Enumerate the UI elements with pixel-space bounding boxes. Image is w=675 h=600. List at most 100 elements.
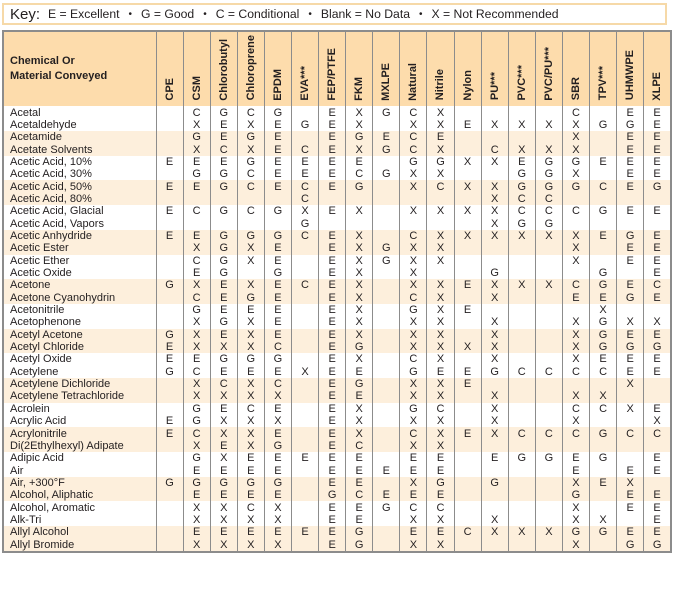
rating-cell bbox=[507, 415, 536, 428]
rating-cell bbox=[155, 118, 184, 132]
rating-cell bbox=[236, 192, 265, 206]
rating-cell bbox=[507, 303, 536, 317]
rating-cell: G bbox=[561, 526, 591, 539]
rating-cell bbox=[155, 291, 184, 304]
rating-cell bbox=[290, 513, 320, 527]
rating-cell: C bbox=[290, 229, 320, 243]
rating-cell: X bbox=[480, 427, 509, 440]
rating-cell: X bbox=[236, 377, 265, 391]
rating-cell: X bbox=[561, 328, 591, 341]
rating-cell: E bbox=[345, 501, 374, 514]
rating-cell: X bbox=[182, 439, 211, 453]
rating-cell bbox=[453, 328, 482, 341]
rating-cell: X bbox=[426, 106, 455, 119]
rating-cell: C bbox=[263, 340, 292, 354]
rating-cell: X bbox=[561, 340, 591, 354]
rating-cell: E bbox=[318, 526, 347, 539]
rating-cell: C bbox=[182, 254, 211, 267]
rating-cell: E bbox=[616, 365, 645, 378]
rating-cell: G bbox=[643, 180, 672, 193]
rating-cell: X bbox=[209, 452, 238, 465]
table-row: Acetyl Chloride E X X X C E G X X X X X G G G bbox=[3, 340, 672, 354]
rating-cell: G bbox=[399, 365, 428, 378]
rating-cell: C bbox=[182, 205, 211, 218]
rating-cell: E bbox=[643, 452, 672, 465]
rating-cell: X bbox=[399, 266, 428, 280]
rating-cell: E bbox=[588, 155, 618, 169]
material-label: FKM bbox=[353, 76, 366, 101]
rating-cell bbox=[290, 390, 320, 403]
material-column-header: FEP/PTFE bbox=[318, 31, 347, 107]
rating-cell: G bbox=[534, 452, 563, 465]
rating-cell: X bbox=[182, 118, 211, 132]
rating-cell: C bbox=[182, 365, 211, 378]
rating-cell: X bbox=[399, 538, 428, 552]
rating-cell: E bbox=[643, 526, 672, 539]
rating-cell: G bbox=[588, 205, 618, 218]
rating-cell bbox=[372, 217, 401, 230]
rating-cell: E bbox=[155, 205, 184, 218]
rating-cell: G bbox=[345, 526, 374, 539]
rating-cell: X bbox=[345, 328, 374, 341]
rating-cell: C bbox=[209, 377, 238, 391]
rating-cell: G bbox=[643, 538, 672, 552]
rating-cell: G bbox=[209, 476, 238, 490]
rating-cell: G bbox=[399, 155, 428, 169]
rating-cell: E bbox=[318, 155, 347, 169]
rating-cell: E bbox=[643, 106, 672, 119]
rating-cell bbox=[155, 526, 184, 539]
rating-cell: E bbox=[155, 415, 184, 428]
rating-cell bbox=[372, 192, 401, 206]
rating-cell bbox=[236, 266, 265, 280]
table-row: Alcohol, Aromatic X X C X E E G C C X E E bbox=[3, 501, 672, 514]
chemical-name: Di(2Ethylhexyl) Adipate bbox=[3, 439, 157, 453]
rating-cell: X bbox=[480, 192, 509, 206]
rating-cell: X bbox=[643, 316, 672, 329]
rating-cell bbox=[453, 143, 482, 156]
rating-cell: E bbox=[236, 464, 265, 477]
rating-cell: E bbox=[263, 143, 292, 156]
rating-cell: C bbox=[453, 526, 482, 539]
chemical-name: Acetic Acid, 30% bbox=[3, 168, 157, 181]
rating-cell bbox=[453, 464, 482, 477]
rating-cell: C bbox=[399, 229, 428, 243]
rating-cell: E bbox=[453, 303, 482, 317]
rating-cell: E bbox=[318, 415, 347, 428]
table-row: Acetyl Acetone G X E X E E X X X X X G E E bbox=[3, 328, 672, 341]
rating-cell: G bbox=[182, 402, 211, 415]
rating-cell bbox=[155, 464, 184, 477]
rating-cell: G bbox=[507, 168, 536, 181]
rating-cell bbox=[426, 266, 455, 280]
rating-cell: X bbox=[534, 118, 563, 132]
rating-cell: G bbox=[345, 377, 374, 391]
rating-cell: E bbox=[453, 279, 482, 292]
rating-cell bbox=[616, 303, 645, 317]
rating-cell bbox=[534, 266, 563, 280]
rating-cell: E bbox=[263, 526, 292, 539]
rating-cell bbox=[453, 242, 482, 255]
rating-cell: X bbox=[236, 390, 265, 403]
rating-cell: E bbox=[453, 427, 482, 440]
rating-cell: X bbox=[345, 242, 374, 255]
rating-cell: E bbox=[209, 155, 238, 169]
rating-cell: E bbox=[643, 513, 672, 527]
material-label: XLPE bbox=[651, 71, 664, 101]
rating-cell: C bbox=[588, 365, 618, 378]
rating-cell: X bbox=[561, 229, 591, 243]
rating-cell bbox=[616, 217, 645, 230]
rating-cell bbox=[155, 217, 184, 230]
rating-cell: X bbox=[561, 242, 591, 255]
rating-cell: X bbox=[209, 501, 238, 514]
rating-cell: C bbox=[182, 427, 211, 440]
table-body: Acetal C G C G E X G C X C E E Acetaldehyde X E X E G E X X X E… bbox=[3, 106, 672, 552]
rating-cell: E bbox=[318, 316, 347, 329]
rating-cell: E bbox=[345, 390, 374, 403]
table-row: Alcohol, Aliphatic E E E E G C E E E G E E bbox=[3, 489, 672, 502]
rating-cell: E bbox=[318, 427, 347, 440]
rating-cell bbox=[155, 143, 184, 156]
rating-cell: G bbox=[616, 291, 645, 304]
rating-cell bbox=[453, 168, 482, 181]
rating-cell: C bbox=[345, 439, 374, 453]
rating-cell: X bbox=[345, 402, 374, 415]
rating-cell: X bbox=[345, 303, 374, 317]
